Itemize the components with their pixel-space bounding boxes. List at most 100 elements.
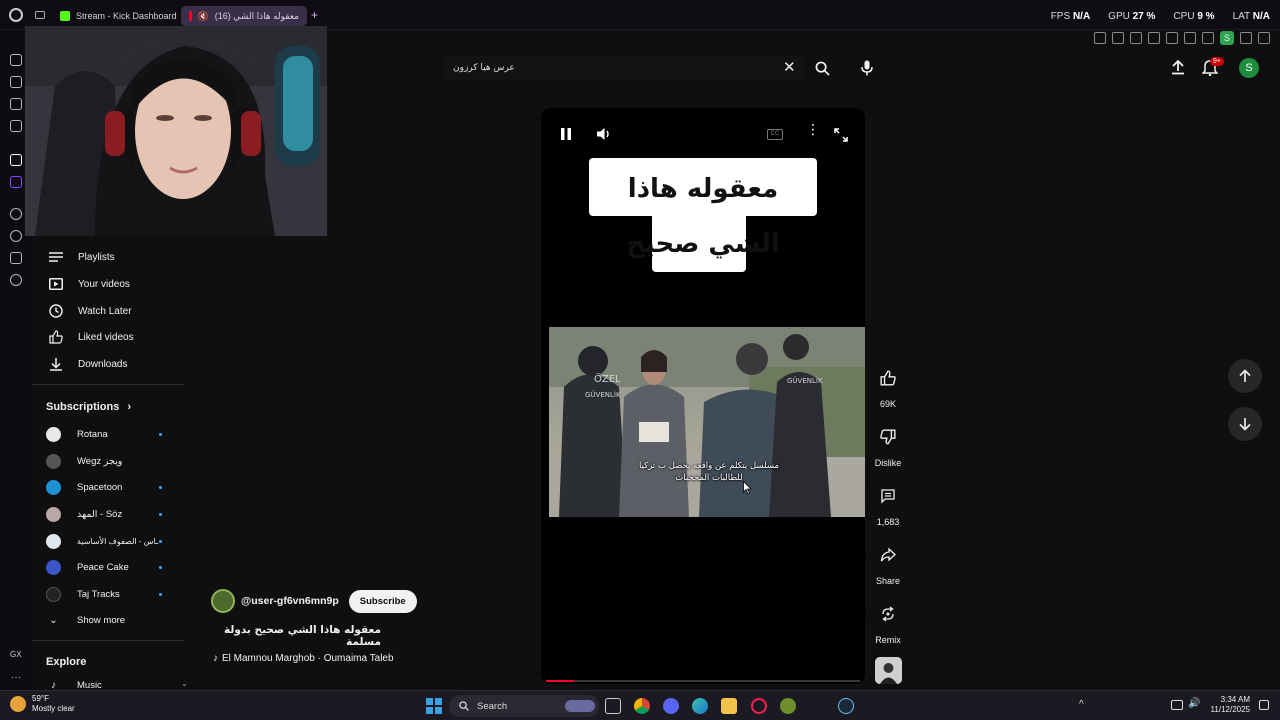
steam-icon[interactable] xyxy=(838,698,854,714)
sidebar-item-your-videos[interactable]: Your videos xyxy=(40,272,185,296)
heart-icon[interactable] xyxy=(1184,32,1196,44)
windows-taskbar: 59°F Mostly clear Search ^ 🔊 3:34 AM 11/… xyxy=(0,690,1280,720)
extensions-icon[interactable] xyxy=(10,252,22,264)
playlists-icon xyxy=(46,250,66,264)
subscription-peace-cake[interactable]: Peace Cake xyxy=(46,556,186,578)
more-options-icon[interactable]: ⋮ xyxy=(806,122,820,136)
sound-thumbnail-image xyxy=(875,657,902,684)
account-avatar[interactable]: S xyxy=(1239,58,1259,78)
system-clock[interactable]: 3:34 AM 11/12/2025 xyxy=(1208,695,1250,715)
tray-network-icon[interactable] xyxy=(1171,700,1183,710)
start-button[interactable] xyxy=(426,698,442,714)
subscription-rotana[interactable]: Rotana xyxy=(46,423,186,445)
dislike-button[interactable]: Dislike xyxy=(868,419,908,468)
tab-youtube-active[interactable]: 🔇 معقوله هاذا الشي (16) xyxy=(181,6,307,26)
chevron-down-icon: ⌄ xyxy=(49,614,58,626)
clear-search-icon[interactable]: ✕ xyxy=(783,58,796,76)
profile-avatar[interactable]: S xyxy=(1220,31,1234,45)
twitch-icon[interactable] xyxy=(10,176,22,188)
voice-search-button[interactable] xyxy=(853,56,881,80)
search-button[interactable] xyxy=(808,56,836,80)
subscription-basic-classes[interactable]: ـاس - الصفوف الأساسية xyxy=(46,530,186,552)
menu-icon[interactable] xyxy=(1258,32,1270,44)
thumb-down-icon xyxy=(870,419,906,455)
kick-rail-icon[interactable] xyxy=(10,154,22,166)
notifications-tray-icon[interactable] xyxy=(1259,700,1269,710)
video-progress-bar[interactable] xyxy=(546,680,860,682)
new-content-dot xyxy=(159,486,162,489)
messenger-icon[interactable] xyxy=(10,120,22,132)
next-video-button[interactable] xyxy=(1228,407,1262,441)
discord-taskbar-icon[interactable] xyxy=(663,698,679,714)
more-icon[interactable]: ··· xyxy=(11,672,21,683)
discord-icon[interactable] xyxy=(10,76,22,88)
share-button[interactable]: Share xyxy=(868,537,908,586)
fullscreen-icon xyxy=(834,128,848,142)
show-more-button[interactable]: ⌄ Show more xyxy=(46,609,186,631)
pause-button[interactable] xyxy=(559,127,573,146)
subscriptions-heading[interactable]: Subscriptions › xyxy=(46,401,131,413)
tab-overview-icon[interactable] xyxy=(35,11,45,19)
vpn-icon[interactable] xyxy=(1148,32,1160,44)
sidebar-item-watch-later[interactable]: Watch Later xyxy=(40,299,185,323)
file-explorer-icon[interactable] xyxy=(721,698,737,714)
subscription-spacetoon[interactable]: Spacetoon xyxy=(46,476,186,498)
fullscreen-button[interactable] xyxy=(834,128,848,147)
captions-button[interactable]: CC xyxy=(767,129,783,140)
channel-name: Taj Tracks xyxy=(77,588,120,600)
tray-volume-icon[interactable]: 🔊 xyxy=(1188,698,1200,709)
video-title[interactable]: معقوله هاذا الشي صحيح بدولة مسلمة xyxy=(211,624,381,648)
subscription-wegz[interactable]: Wegz ويجز xyxy=(46,450,186,472)
app-icon[interactable] xyxy=(780,698,796,714)
shorts-player[interactable]: CC ⋮ معقوله هاذا الشي صحيح ÖZEL GÜVENLİK… xyxy=(541,108,865,684)
sidebar-scroll-chevron[interactable]: ⌄ xyxy=(181,679,188,688)
edge-icon[interactable] xyxy=(692,698,708,714)
tray-chevron-up-icon[interactable]: ^ xyxy=(1079,699,1084,710)
opera-menu-icon[interactable] xyxy=(9,8,23,22)
player-icon[interactable] xyxy=(10,208,22,220)
like-button[interactable]: 69K xyxy=(868,360,908,409)
extensions-toolbar: S xyxy=(1094,31,1270,45)
opera-gx-icon[interactable] xyxy=(751,698,767,714)
sidebar-item-liked-videos[interactable]: Liked videos xyxy=(40,325,185,349)
subscribe-button[interactable]: Subscribe xyxy=(348,589,417,613)
notifications-button[interactable]: 9+ xyxy=(1201,57,1224,81)
sidebar-item-downloads[interactable]: Downloads xyxy=(40,352,185,376)
gx-corner-icon[interactable] xyxy=(10,98,22,110)
search-input[interactable] xyxy=(453,61,753,75)
sound-thumbnail[interactable] xyxy=(875,657,902,684)
previous-video-button[interactable] xyxy=(1228,359,1262,393)
pin-icon[interactable] xyxy=(1094,32,1106,44)
subscription-taj-tracks[interactable]: Taj Tracks xyxy=(46,583,186,605)
volume-button[interactable] xyxy=(596,127,612,146)
sidebar-item-label: Liked videos xyxy=(78,331,134,343)
music-credit[interactable]: ♪ El Mamnou Marghob · Oumaima Taleb xyxy=(213,653,394,664)
history-icon[interactable] xyxy=(10,230,22,242)
channel-avatar xyxy=(46,506,61,522)
snapshot-icon[interactable] xyxy=(1112,32,1124,44)
upload-button[interactable] xyxy=(1170,59,1186,80)
channel-handle[interactable]: @user-gf6vn6mn9p xyxy=(241,595,339,607)
comment-icon xyxy=(870,478,906,514)
shield-icon[interactable] xyxy=(1130,32,1142,44)
weather-widget[interactable]: 59°F Mostly clear xyxy=(10,694,75,714)
channel-avatar[interactable] xyxy=(211,589,235,613)
puzzle-icon[interactable] xyxy=(1202,32,1214,44)
play-icon[interactable] xyxy=(1166,32,1178,44)
webcam-overlay xyxy=(25,26,327,236)
settings-icon[interactable] xyxy=(10,274,22,286)
mute-tab-icon[interactable]: 🔇 xyxy=(198,11,209,22)
tab-kick-dashboard[interactable]: Stream - Kick Dashboard xyxy=(52,6,185,26)
performance-stats: FPS N/A GPU 27 % CPU 9 % LAT N/A xyxy=(1051,11,1270,22)
new-content-dot xyxy=(159,540,162,543)
subscription-soz[interactable]: المهد - Söz xyxy=(46,503,186,525)
taskbar-search[interactable]: Search xyxy=(449,695,599,717)
aria-icon[interactable] xyxy=(10,54,22,66)
comments-button[interactable]: 1,683 xyxy=(868,478,908,527)
download-icon[interactable] xyxy=(1240,32,1252,44)
sidebar-item-playlists[interactable]: Playlists xyxy=(40,245,185,269)
remix-button[interactable]: Remix xyxy=(868,596,908,645)
new-tab-button[interactable]: + xyxy=(311,8,318,22)
chrome-icon[interactable] xyxy=(634,698,650,714)
task-view-icon[interactable] xyxy=(605,698,621,714)
